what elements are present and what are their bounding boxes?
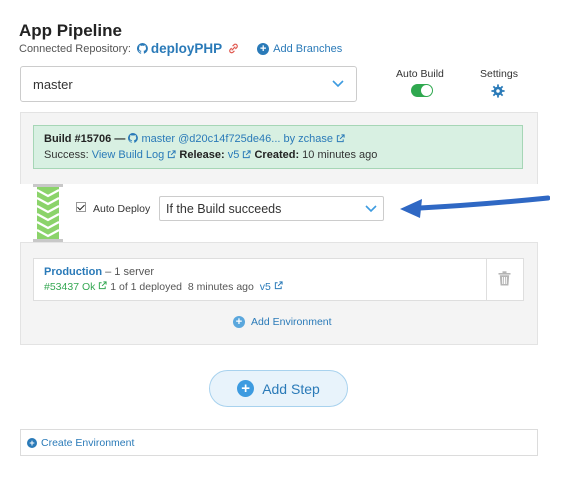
build-number: Build #15706 — [44,133,126,145]
auto-build-toggle[interactable] [411,84,433,97]
created-value: 10 minutes ago [302,149,378,161]
release-link[interactable]: v5 [228,149,240,161]
repo-label: Connected Repository: [19,42,131,55]
auto-deploy-condition-select[interactable]: If the Build succeeds [159,196,384,221]
plus-circle-icon: + [233,316,245,328]
github-icon [136,43,148,54]
create-environment-button[interactable]: + Create Environment [20,429,538,456]
gear-icon[interactable] [491,84,505,103]
chevron-down-icon [332,80,344,88]
auto-deploy-label: Auto Deploy [93,203,151,215]
external-link-icon[interactable] [98,281,107,293]
add-step-label: Add Step [262,380,320,397]
deployment-status-link[interactable]: #53437 Ok [44,281,95,293]
build-line-1: Build #15706 — master @d20c14f725de46...… [44,132,512,148]
external-link-icon[interactable] [274,281,283,293]
environment-meta: #53437 Ok 1 of 1 deployed 8 minutes ago … [44,281,283,293]
pipeline-connector [33,184,63,242]
unlink-icon[interactable] [228,43,239,54]
build-card: Build #15706 — master @d20c14f725de46...… [33,125,523,169]
commit-link[interactable]: master @d20c14f725de46... by zchase [141,133,333,145]
deployed-count: 1 of 1 deployed [110,281,183,293]
plus-circle-icon: + [27,437,37,448]
external-link-icon[interactable] [336,133,345,148]
build-status-label: Success: [44,149,89,161]
chevron-down-icon [365,204,377,213]
auto-deploy-checkbox[interactable] [76,202,86,212]
settings-label: Settings [480,68,518,80]
repo-row: Connected Repository: deployPHP + Add Br… [19,41,342,56]
external-link-icon[interactable] [167,149,176,164]
plus-circle-icon: + [257,42,270,55]
created-label: Created: [254,149,300,161]
plus-circle-icon: + [237,380,255,397]
auto-build-label: Auto Build [396,68,444,80]
view-build-log-link[interactable]: View Build Log [92,149,165,161]
github-icon [128,133,139,143]
page-title: App Pipeline [19,21,122,40]
add-branches-label: Add Branches [273,42,343,55]
repo-name-link[interactable]: deployPHP [151,41,222,56]
environment-name-link[interactable]: Production [44,266,102,278]
external-link-icon[interactable] [242,149,252,164]
environment-server-count: – 1 server [102,266,155,278]
add-environment-label: Add Environment [251,316,332,328]
environment-title: Production – 1 server [44,266,154,278]
divider [486,258,487,301]
add-branches-button[interactable]: + Add Branches [257,42,343,55]
build-line-2: Success: View Build Log Release: v5 Crea… [44,148,512,164]
create-environment-label: Create Environment [41,436,135,449]
trash-icon[interactable] [498,271,511,291]
branch-select-value: master [33,76,73,92]
environment-card [33,258,524,301]
auto-deploy-condition-value: If the Build succeeds [166,201,282,216]
branch-select[interactable]: master [20,66,357,102]
environment-release-link[interactable]: v5 [260,281,271,293]
add-environment-button[interactable]: + Add Environment [233,316,332,328]
add-step-button[interactable]: + Add Step [209,370,348,407]
deployed-time: 8 minutes ago [187,281,254,293]
pointer-arrow-icon [398,194,551,229]
release-label: Release: [179,149,225,161]
